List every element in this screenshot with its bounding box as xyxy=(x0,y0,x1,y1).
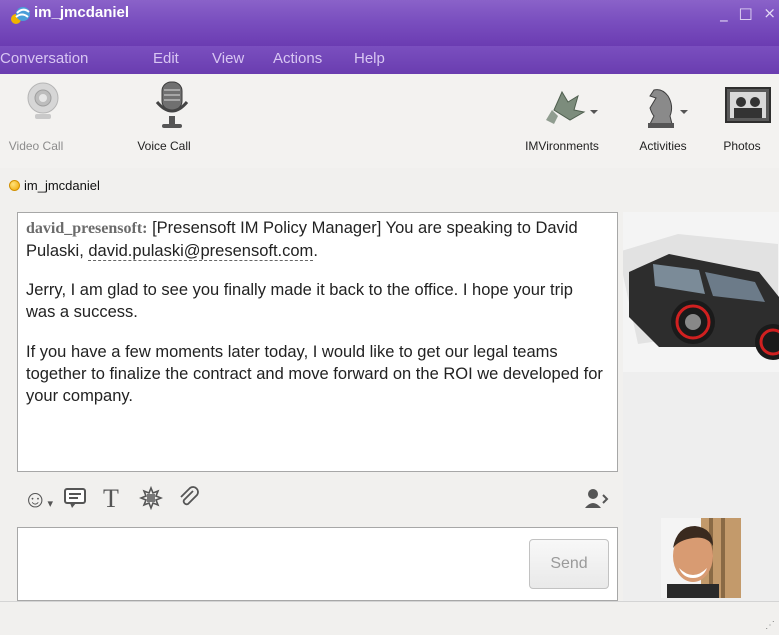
email-link[interactable]: david.pulaski@presensoft.com xyxy=(88,242,314,261)
menu-edit[interactable]: Edit xyxy=(153,50,179,67)
video-call-button[interactable]: Video Call xyxy=(2,80,70,160)
send-button[interactable]: Send xyxy=(529,539,609,589)
menu-conversation[interactable]: Conversation xyxy=(0,50,88,67)
contact-details-icon[interactable] xyxy=(583,486,611,517)
im-conversation-window: im_jmcdaniel _ □ × Conversation Edit Vie… xyxy=(0,0,779,635)
photos-icon xyxy=(725,87,771,123)
photos-button[interactable]: Photos xyxy=(706,80,778,160)
menu-actions[interactable]: Actions xyxy=(273,50,322,67)
menu-bar: Conversation Edit View Actions Help xyxy=(0,46,779,74)
resize-grip-icon[interactable]: ⋰ xyxy=(765,620,775,631)
video-call-label: Video Call xyxy=(8,139,64,153)
system-message-end: . xyxy=(313,242,318,260)
webcam-icon xyxy=(27,82,59,119)
close-icon[interactable]: × xyxy=(763,4,779,22)
system-message: david_presensoft: [Presensoft IM Policy … xyxy=(26,217,606,262)
audible-icon[interactable] xyxy=(63,486,87,517)
voice-call-button[interactable]: Voice Call xyxy=(124,80,204,160)
title-bar: im_jmcdaniel _ □ × xyxy=(0,0,779,46)
sender-name: david_presensoft: xyxy=(26,220,148,237)
conversation-history[interactable]: david_presensoft: [Presensoft IM Policy … xyxy=(17,212,618,472)
menu-help[interactable]: Help xyxy=(354,50,385,67)
online-status-icon xyxy=(9,180,20,191)
emoticon-icon[interactable]: ☺▾ xyxy=(23,486,53,514)
imvironments-label: IMVironments xyxy=(525,139,599,153)
contact-status[interactable]: im_jmcdaniel xyxy=(9,178,100,193)
text-format-icon[interactable]: T xyxy=(103,484,119,514)
contact-display-image[interactable] xyxy=(623,212,779,372)
chat-message: If you have a few moments later today, I… xyxy=(26,343,603,405)
contact-name: im_jmcdaniel xyxy=(24,178,100,193)
window-title: im_jmcdaniel xyxy=(34,4,130,21)
format-toolbar: ☺▾ T xyxy=(17,478,618,522)
activities-button[interactable]: Activities xyxy=(628,80,698,160)
imvironments-icon xyxy=(546,90,598,124)
nudge-icon[interactable] xyxy=(138,485,164,517)
maximize-icon[interactable]: □ xyxy=(738,4,755,22)
microphone-icon xyxy=(155,81,189,128)
status-bar: ⋰ xyxy=(0,601,779,635)
voice-call-label: Voice Call xyxy=(137,139,191,153)
user-display-image[interactable] xyxy=(661,518,741,598)
attach-icon[interactable] xyxy=(177,486,201,517)
message-input[interactable] xyxy=(17,527,618,601)
chat-message: Jerry, I am glad to see you finally made… xyxy=(26,281,573,321)
imvironments-button[interactable]: IMVironments xyxy=(514,80,610,160)
photos-label: Photos xyxy=(723,139,761,153)
messenger-logo-icon xyxy=(8,4,32,26)
toolbar: Video Call Voice Call IMVironments Activ… xyxy=(0,74,779,193)
window-controls: _ □ × xyxy=(720,4,779,22)
minimize-icon[interactable]: _ xyxy=(720,4,731,22)
chess-knight-icon xyxy=(647,89,688,128)
menu-view[interactable]: View xyxy=(212,50,244,67)
activities-label: Activities xyxy=(639,139,687,153)
